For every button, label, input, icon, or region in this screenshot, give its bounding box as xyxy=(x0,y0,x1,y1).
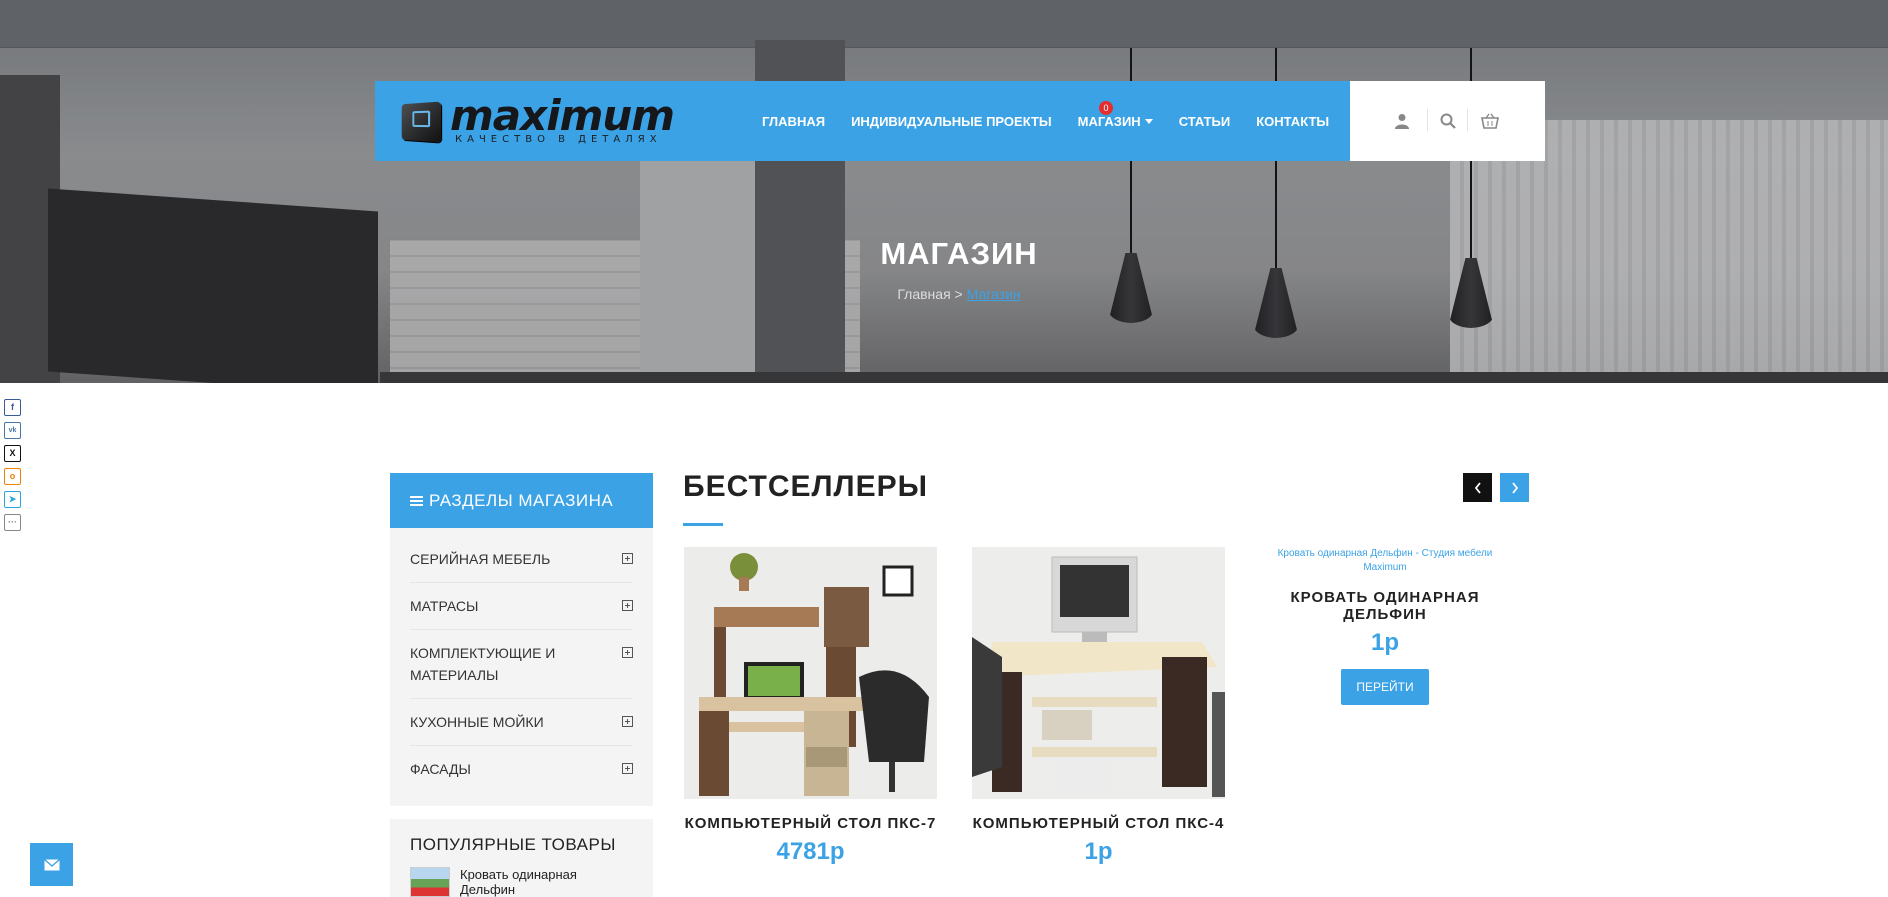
logo-text: maximum xyxy=(450,91,675,140)
product-image[interactable] xyxy=(972,547,1225,799)
breadcrumb-separator: > xyxy=(950,286,967,302)
sidebar-title: РАЗДЕЛЫ МАГАЗИНА xyxy=(429,490,614,510)
search-icon[interactable] xyxy=(1436,109,1460,133)
menu-item-contacts[interactable]: КОНТАКТЫ xyxy=(1256,114,1329,129)
odnoklassniki-icon[interactable]: o xyxy=(4,468,21,485)
expand-plus-icon[interactable] xyxy=(622,763,633,774)
menu-item-home[interactable]: ГЛАВНАЯ xyxy=(762,114,825,129)
nav-bar: maximum КАЧЕСТВО В ДЕТАЛЯХ ГЛАВНАЯ ИНДИВ… xyxy=(375,81,1350,161)
mail-icon xyxy=(43,858,60,870)
section-title: БЕСТСЕЛЛЕРЫ xyxy=(683,470,928,503)
product-card[interactable]: КОМПЬЮТЕРНЫЙ СТОЛ ПКС-7 4781р xyxy=(684,547,937,866)
product-price: 1р xyxy=(1370,629,1399,656)
expand-plus-icon[interactable] xyxy=(622,716,633,727)
shop-sections-sidebar: РАЗДЕЛЫ МАГАЗИНА СЕРИЙНАЯ МЕБЕЛЬ МАТРАСЫ… xyxy=(390,473,653,806)
breadcrumb: Главная > Магазин xyxy=(0,286,1888,302)
popular-item[interactable]: Кровать одинарная Дельфин xyxy=(410,867,633,897)
menu-item-articles[interactable]: СТАТЬИ xyxy=(1179,114,1231,129)
product-card[interactable]: Кровать одинарная Дельфин - Студия мебел… xyxy=(1255,547,1515,705)
cart-count-badge: 0 xyxy=(1099,101,1113,115)
header-icons xyxy=(1350,81,1545,161)
menu-item-shop[interactable]: МАГАЗИН xyxy=(1078,114,1153,129)
popular-products: ПОПУЛЯРНЫЕ ТОВАРЫ Кровать одинарная Дель… xyxy=(390,819,653,897)
x-twitter-icon[interactable]: X xyxy=(4,445,21,462)
logo-cube-icon xyxy=(401,101,442,143)
hero-overlay xyxy=(0,0,1888,383)
popular-item-name[interactable]: Кровать одинарная Дельфин xyxy=(460,867,600,897)
sidebar-item-facades[interactable]: ФАСАДЫ xyxy=(410,746,633,792)
sidebar-item-components[interactable]: КОМПЛЕКТУЮЩИЕ И МАТЕРИАЛЫ xyxy=(410,630,633,699)
carousel-next-button[interactable] xyxy=(1500,473,1529,502)
product-price: 4781р xyxy=(776,838,845,865)
telegram-icon[interactable]: ➤ xyxy=(4,491,21,508)
product-name[interactable]: КРОВАТЬ ОДИНАРНАЯ ДЕЛЬФИН xyxy=(1255,589,1515,623)
sidebar-item-serial-furniture[interactable]: СЕРИЙНАЯ МЕБЕЛЬ xyxy=(410,536,633,583)
site-logo[interactable]: maximum КАЧЕСТВО В ДЕТАЛЯХ xyxy=(400,91,675,145)
contact-mail-button[interactable] xyxy=(30,843,73,886)
expand-plus-icon[interactable] xyxy=(622,600,633,611)
title-underline xyxy=(683,523,723,526)
menu-item-projects[interactable]: ИНДИВИДУАЛЬНЫЕ ПРОЕКТЫ xyxy=(851,114,1052,129)
breadcrumb-home[interactable]: Главная xyxy=(897,286,950,302)
main-menu: ГЛАВНАЯ ИНДИВИДУАЛЬНЫЕ ПРОЕКТЫ МАГАЗИН С… xyxy=(762,81,1355,161)
site-header: maximum КАЧЕСТВО В ДЕТАЛЯХ ГЛАВНАЯ ИНДИВ… xyxy=(375,81,1545,161)
go-button[interactable]: ПЕРЕЙТИ xyxy=(1341,669,1429,705)
user-icon[interactable] xyxy=(1390,109,1414,133)
page: maximum КАЧЕСТВО В ДЕТАЛЯХ ГЛАВНАЯ ИНДИВ… xyxy=(0,0,1888,897)
breadcrumb-current[interactable]: Магазин xyxy=(967,286,1021,302)
sidebar-item-mattresses[interactable]: МАТРАСЫ xyxy=(410,583,633,630)
sidebar-header: РАЗДЕЛЫ МАГАЗИНА xyxy=(390,473,653,528)
product-image[interactable] xyxy=(684,547,937,799)
sidebar-list: СЕРИЙНАЯ МЕБЕЛЬ МАТРАСЫ КОМПЛЕКТУЮЩИЕ И … xyxy=(390,528,653,806)
product-card[interactable]: КОМПЬЮТЕРНЫЙ СТОЛ ПКС-4 1р xyxy=(972,547,1225,866)
product-image-alt[interactable]: Кровать одинарная Дельфин - Студия мебел… xyxy=(1255,547,1515,575)
vk-icon[interactable]: vk xyxy=(4,422,21,439)
expand-plus-icon[interactable] xyxy=(622,553,633,564)
carousel-prev-button[interactable] xyxy=(1463,473,1492,502)
menu-bars-icon xyxy=(410,494,423,508)
cart-icon[interactable] xyxy=(1478,109,1502,133)
chevron-down-icon xyxy=(1144,118,1153,124)
divider xyxy=(1427,109,1428,131)
divider xyxy=(1467,109,1468,131)
logo-tagline: КАЧЕСТВО В ДЕТАЛЯХ xyxy=(455,134,662,145)
hero-banner xyxy=(0,0,1888,383)
page-title: МАГАЗИН xyxy=(880,236,1038,271)
sidebar-item-kitchen-sinks[interactable]: КУХОННЫЕ МОЙКИ xyxy=(410,699,633,746)
product-name[interactable]: КОМПЬЮТЕРНЫЙ СТОЛ ПКС-7 xyxy=(684,815,937,832)
more-share-icon[interactable]: ··· xyxy=(4,514,21,531)
popular-title: ПОПУЛЯРНЫЕ ТОВАРЫ xyxy=(410,835,616,854)
product-thumbnail[interactable] xyxy=(410,867,450,897)
product-name[interactable]: КОМПЬЮТЕРНЫЙ СТОЛ ПКС-4 xyxy=(972,815,1225,832)
chevron-right-icon xyxy=(1511,481,1518,494)
social-share-bar: f vk X o ➤ ··· xyxy=(4,399,22,537)
expand-plus-icon[interactable] xyxy=(622,647,633,658)
facebook-icon[interactable]: f xyxy=(4,399,21,416)
chevron-left-icon xyxy=(1474,481,1481,494)
product-price: 1р xyxy=(1084,838,1113,865)
